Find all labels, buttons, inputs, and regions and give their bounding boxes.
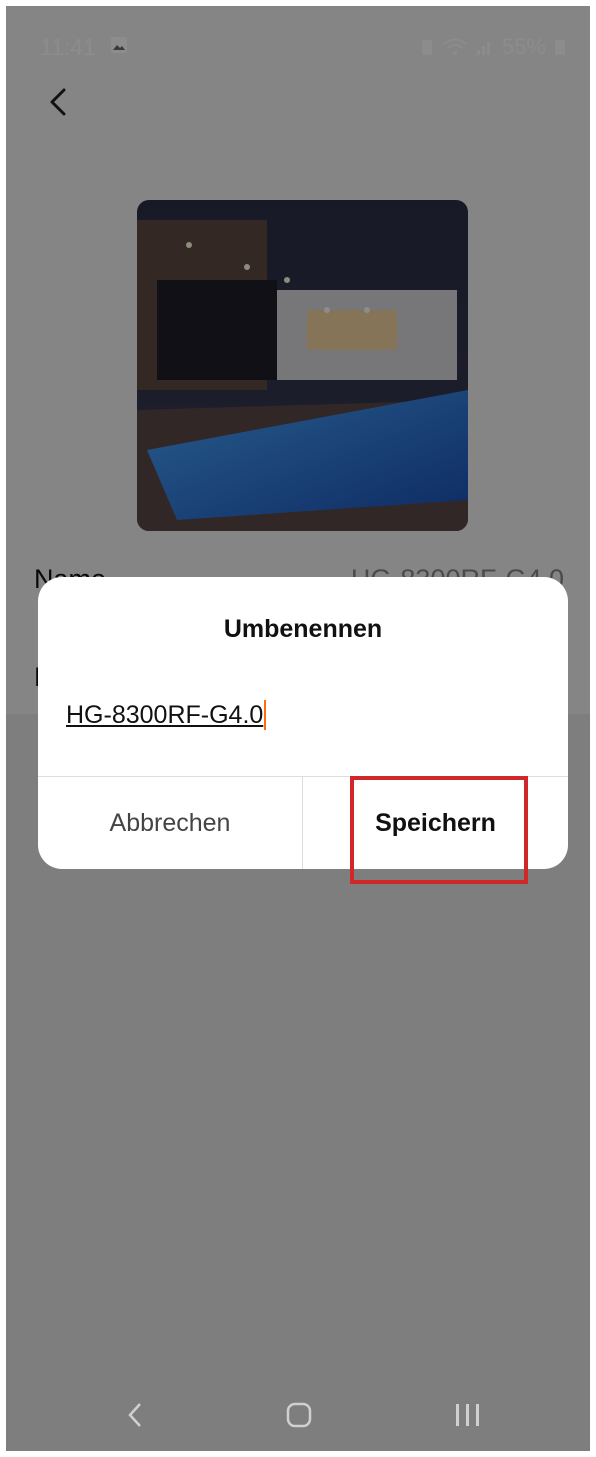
cancel-button[interactable]: Abbrechen [38,777,302,869]
save-button-highlight [350,776,528,884]
rename-input-value: HG-8300RF-G4.0 [66,700,264,729]
nav-home-icon[interactable] [286,1402,312,1428]
text-caret [264,700,267,730]
system-nav-bar [6,1386,590,1451]
rename-input[interactable]: HG-8300RF-G4.0 [66,695,267,735]
nav-recents-icon[interactable] [454,1401,482,1429]
nav-back-icon[interactable] [124,1398,148,1432]
dialog-title: Umbenennen [223,615,383,643]
screen: 11:41 55% Umbenennen HG-8300RF-G4.0 Abbr… [6,6,590,1451]
